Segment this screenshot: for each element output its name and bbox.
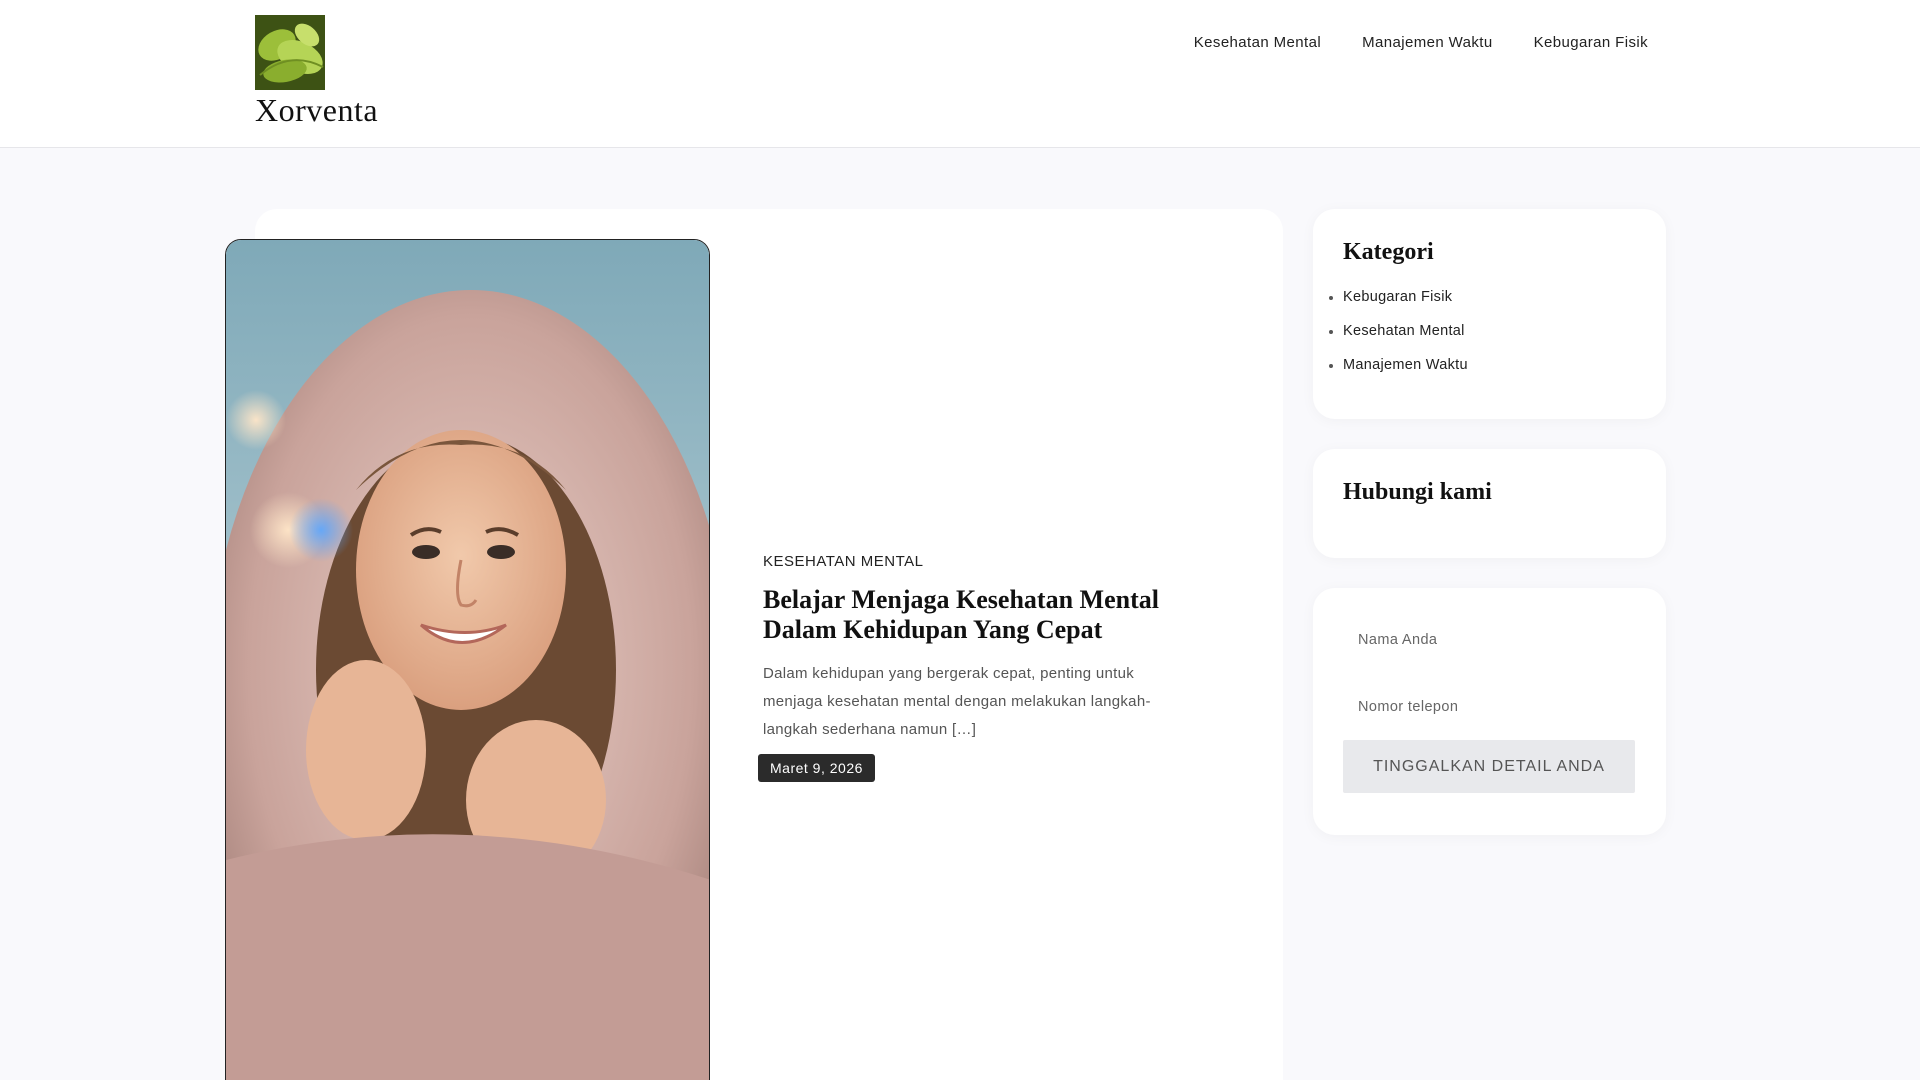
post-excerpt: Dalam kehidupan yang bergerak cepat, pen… — [763, 665, 1151, 738]
site-title[interactable]: Xorventa — [255, 92, 378, 129]
lead-form-widget: TINGGALKAN DETAIL ANDA — [1313, 588, 1666, 835]
category-link-kebugaran-fisik[interactable]: Kebugaran Fisik — [1343, 289, 1452, 305]
category-item: Manajemen Waktu — [1329, 348, 1636, 382]
post-date-badge: Maret 9, 2026 — [758, 754, 875, 782]
nav-item-kesehatan-mental[interactable]: Kesehatan Mental — [1194, 34, 1321, 51]
categories-list: Kebugaran Fisik Kesehatan Mental Manajem… — [1329, 280, 1636, 382]
phone-input[interactable] — [1343, 685, 1635, 729]
contact-widget: Hubungi kami — [1313, 449, 1666, 558]
category-item: Kesehatan Mental — [1329, 314, 1636, 348]
contact-heading: Hubungi kami — [1343, 479, 1492, 505]
logo-leaf-image — [255, 15, 325, 90]
post-category-link[interactable]: KESEHATAN MENTAL — [763, 553, 924, 570]
site-logo[interactable] — [255, 15, 325, 90]
post-title[interactable]: Belajar Menjaga Kesehatan Mental Dalam K… — [763, 585, 1173, 645]
nav-item-manajemen-waktu[interactable]: Manajemen Waktu — [1362, 34, 1493, 51]
site-header: Xorventa Kesehatan Mental Manajemen Wakt… — [0, 0, 1920, 148]
post-featured-image[interactable] — [225, 239, 710, 1080]
nav-item-kebugaran-fisik[interactable]: Kebugaran Fisik — [1534, 34, 1648, 51]
submit-details-button[interactable]: TINGGALKAN DETAIL ANDA — [1343, 740, 1635, 793]
categories-widget: Kategori Kebugaran Fisik Kesehatan Menta… — [1313, 209, 1666, 419]
name-input[interactable] — [1343, 618, 1635, 662]
main-nav: Kesehatan Mental Manajemen Waktu Kebugar… — [1194, 34, 1648, 51]
categories-heading: Kategori — [1343, 239, 1434, 265]
post-title-link[interactable]: Belajar Menjaga Kesehatan Mental Dalam K… — [763, 585, 1159, 644]
category-link-manajemen-waktu[interactable]: Manajemen Waktu — [1343, 357, 1468, 373]
woman-in-fur-hood-photo — [226, 240, 709, 1080]
category-item: Kebugaran Fisik — [1329, 280, 1636, 314]
post-summary: KESEHATAN MENTAL Belajar Menjaga Kesehat… — [763, 553, 1173, 744]
category-link-kesehatan-mental[interactable]: Kesehatan Mental — [1343, 323, 1465, 339]
